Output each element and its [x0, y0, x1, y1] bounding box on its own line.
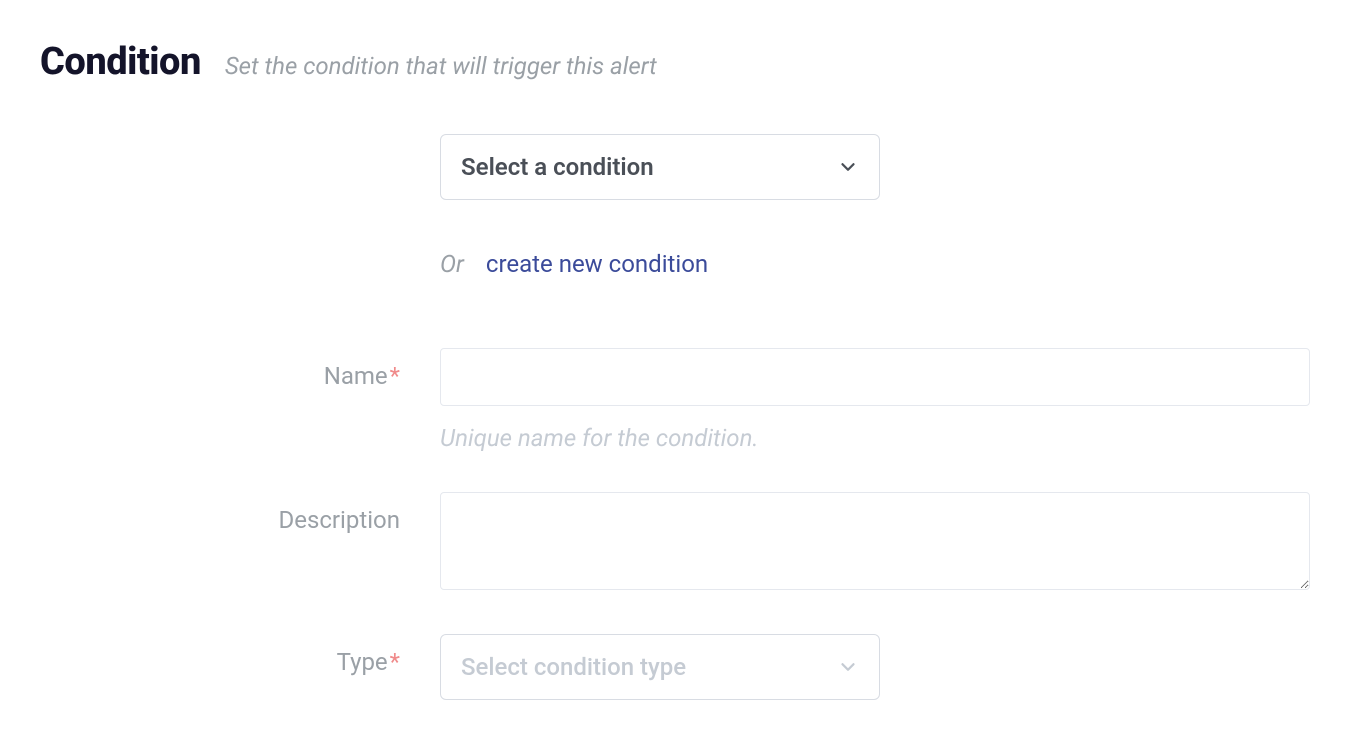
name-input[interactable] — [440, 348, 1310, 406]
select-condition-placeholder: Select a condition — [461, 153, 654, 181]
type-label: Type — [337, 648, 388, 676]
create-new-condition-link[interactable]: create new condition — [486, 250, 708, 278]
description-label: Description — [279, 506, 401, 534]
chevron-down-icon — [837, 156, 859, 178]
section-title: Condition — [40, 40, 201, 84]
or-label: Or — [440, 250, 464, 278]
select-condition-dropdown[interactable]: Select a condition — [440, 134, 880, 200]
chevron-down-icon — [837, 656, 859, 678]
name-help-text: Unique name for the condition. — [440, 424, 1310, 452]
description-textarea[interactable] — [440, 492, 1310, 590]
required-mark: * — [390, 648, 400, 676]
section-subtitle: Set the condition that will trigger this… — [225, 52, 657, 80]
select-type-placeholder: Select condition type — [461, 653, 686, 681]
select-type-dropdown[interactable]: Select condition type — [440, 634, 880, 700]
name-label: Name — [324, 362, 388, 390]
required-mark: * — [390, 362, 400, 390]
